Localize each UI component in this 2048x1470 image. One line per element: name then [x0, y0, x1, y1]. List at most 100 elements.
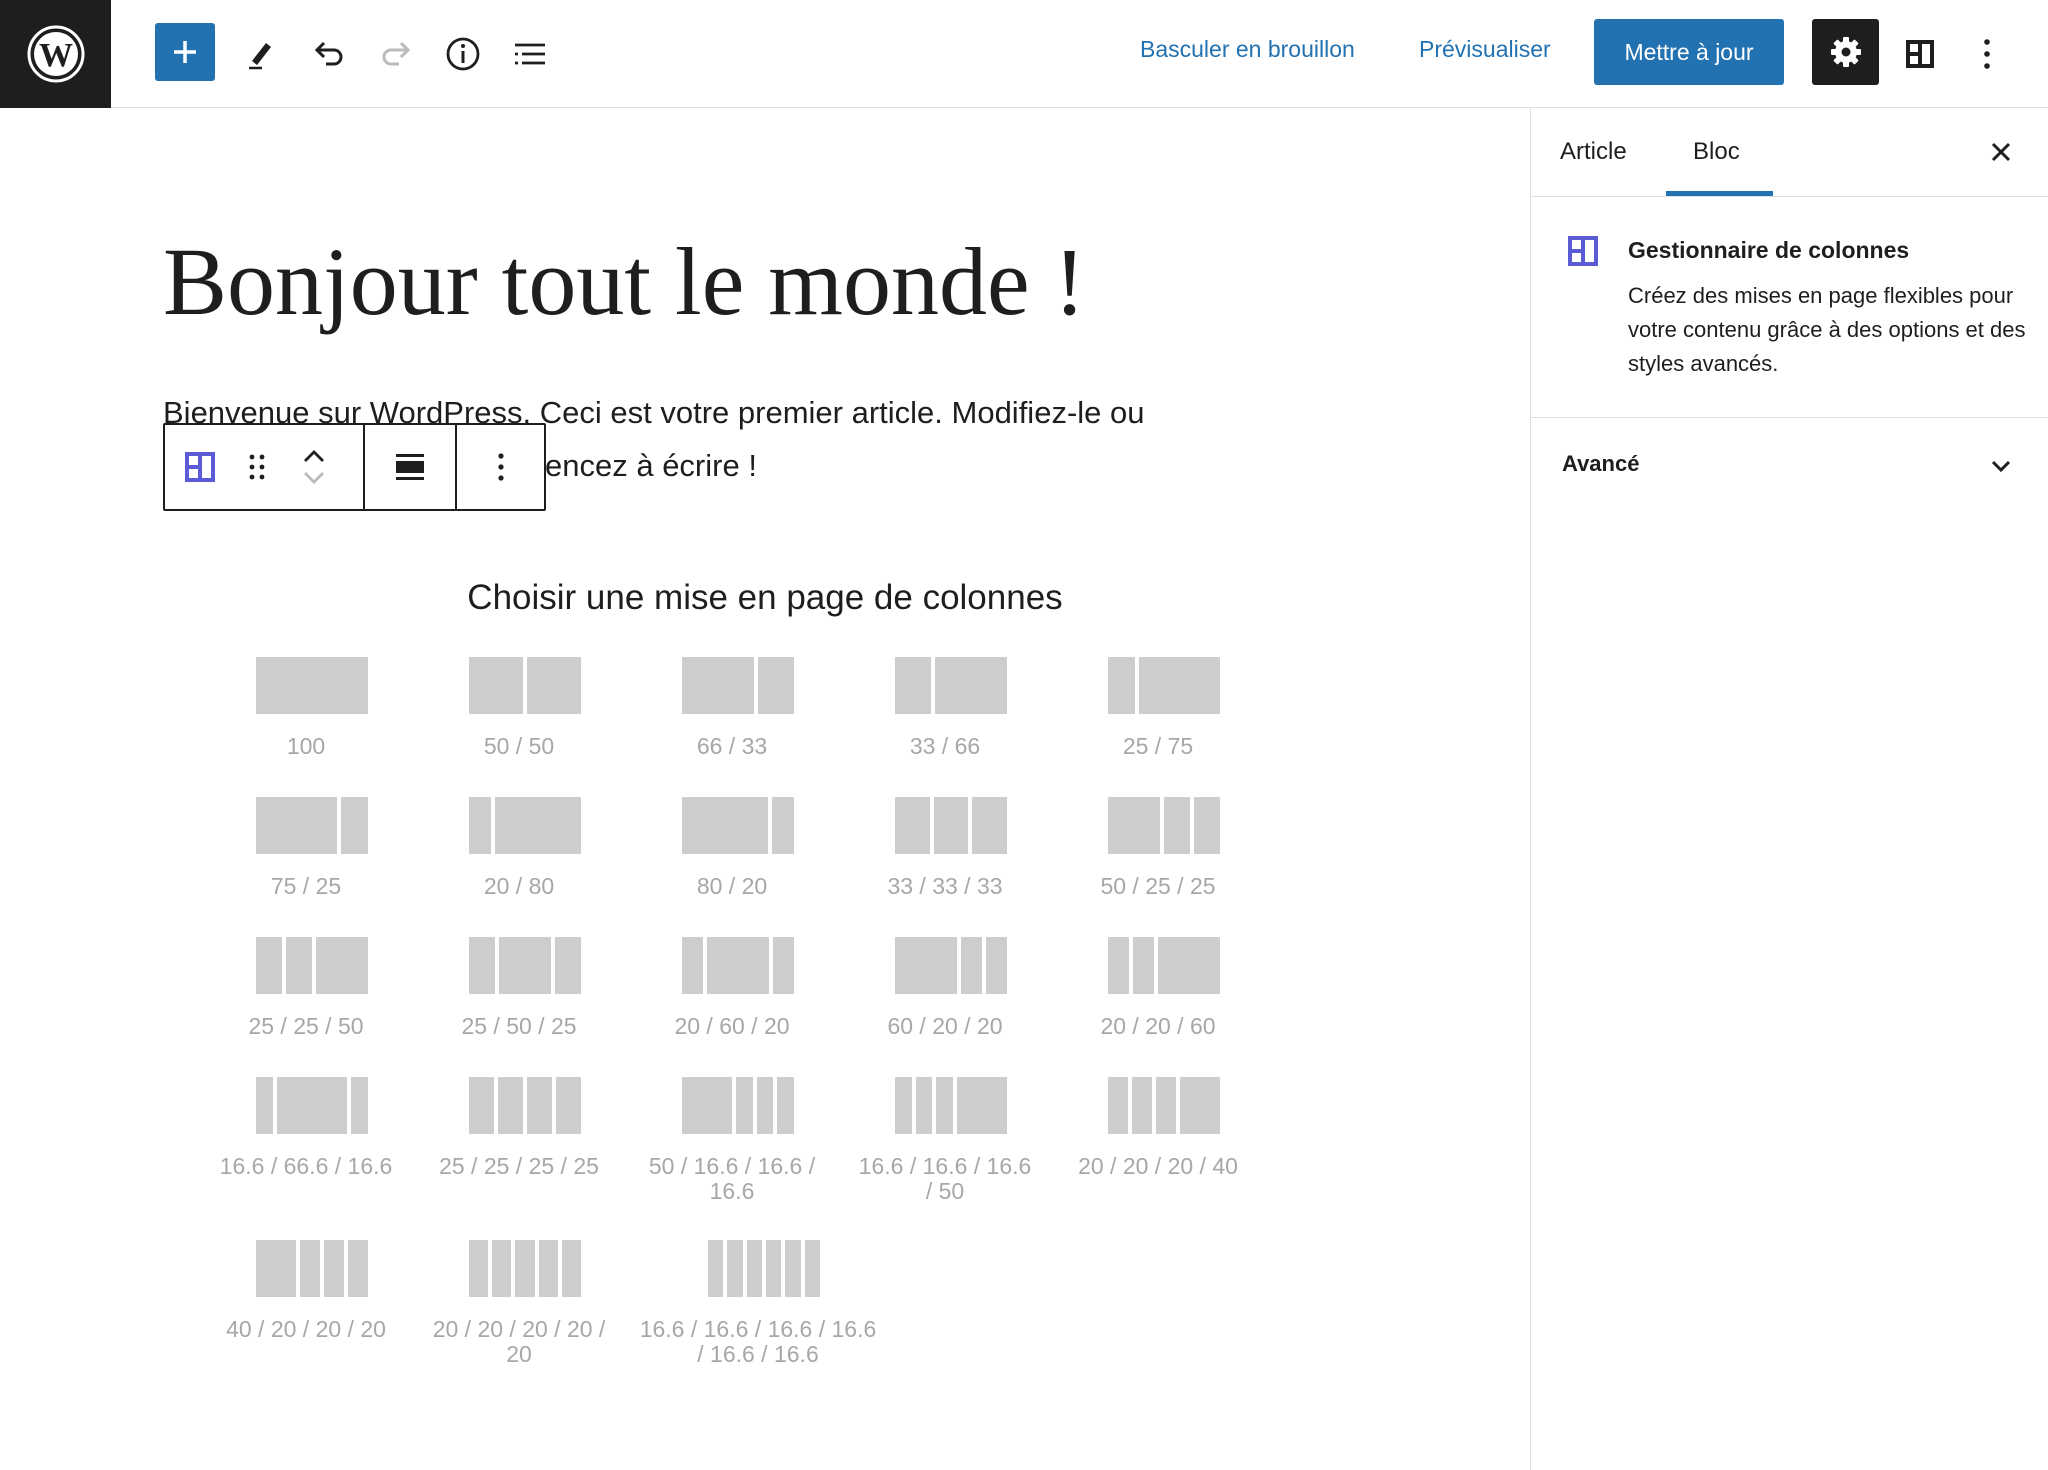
close-sidebar-button[interactable] — [1981, 132, 2021, 172]
wordpress-logo[interactable]: W — [0, 0, 111, 108]
layout-label: 33 / 33 / 33 — [887, 873, 1003, 899]
layout-column-segment — [1108, 657, 1135, 714]
layout-column-segment — [935, 657, 1007, 714]
layout-preview — [1108, 797, 1220, 854]
layout-option[interactable]: 50 / 50 — [419, 657, 619, 777]
block-card-icon — [1567, 235, 1599, 272]
layout-option[interactable]: 25 / 75 — [1058, 657, 1258, 777]
layout-column-segment — [772, 797, 794, 854]
layout-column-segment — [324, 1240, 344, 1297]
layout-preview — [256, 937, 368, 994]
layout-label: 20 / 20 / 20 / 40 — [1078, 1153, 1238, 1179]
layout-column-segment — [469, 1077, 494, 1134]
layout-preview — [682, 657, 794, 714]
close-icon — [1991, 142, 2011, 162]
layout-option[interactable]: 16.6 / 66.6 / 16.6 — [206, 1077, 406, 1197]
update-button[interactable]: Mettre à jour — [1594, 19, 1784, 85]
layout-option[interactable]: 50 / 16.6 / 16.6 / 16.6 — [632, 1077, 832, 1204]
layout-preview — [895, 797, 1008, 854]
layout-option[interactable]: 20 / 20 / 20 / 40 — [1058, 1077, 1258, 1197]
layout-option[interactable]: 60 / 20 / 20 — [845, 937, 1045, 1057]
layout-column-segment — [777, 1077, 795, 1134]
redo-button[interactable] — [369, 27, 423, 81]
more-vertical-icon — [1984, 39, 1990, 69]
layout-column-segment — [277, 1077, 347, 1134]
layout-column-segment — [773, 937, 794, 994]
layout-label: 75 / 25 — [270, 873, 342, 899]
layout-option[interactable]: 80 / 20 — [632, 797, 832, 917]
layout-option[interactable]: 33 / 66 — [845, 657, 1045, 777]
layout-column-segment — [1194, 797, 1220, 854]
layout-option[interactable]: 33 / 33 / 33 — [845, 797, 1045, 917]
edit-pencil-icon — [249, 43, 271, 70]
block-card-description: Créez des mises en page flexibles pour v… — [1628, 283, 2026, 376]
options-menu-button[interactable] — [1960, 27, 2014, 81]
advanced-chevron — [1983, 448, 2019, 484]
layout-preview — [256, 657, 368, 714]
layout-column-segment — [469, 937, 495, 994]
layout-column-segment — [469, 797, 491, 854]
layout-option[interactable]: 20 / 20 / 20 / 20 / 20 — [419, 1240, 619, 1367]
preview-link[interactable]: Prévisualiser — [1419, 36, 1551, 63]
layout-option[interactable]: 66 / 33 — [632, 657, 832, 777]
layout-preview — [1108, 937, 1220, 994]
block-type-button[interactable] — [165, 425, 235, 509]
move-up-button[interactable] — [301, 448, 327, 464]
advanced-panel-toggle[interactable]: Avancé — [1531, 418, 2048, 508]
layout-column-segment — [756, 1077, 774, 1134]
layout-label: 16.6 / 16.6 / 16.6 / 16.6 / 16.6 / 16.6 — [639, 1316, 877, 1367]
info-icon — [446, 37, 480, 71]
layout-label: 16.6 / 66.6 / 16.6 — [219, 1153, 393, 1179]
layout-option[interactable]: 75 / 25 — [206, 797, 406, 917]
edit-mode-button[interactable] — [234, 27, 288, 81]
layout-option[interactable]: 20 / 20 / 60 — [1058, 937, 1258, 1057]
post-title[interactable]: Bonjour tout le monde ! — [163, 226, 1086, 337]
layout-option[interactable]: 25 / 25 / 25 / 25 — [419, 1077, 619, 1197]
layout-option[interactable]: 100 — [206, 657, 406, 777]
layout-column-segment — [1108, 937, 1129, 994]
layout-preview — [1108, 657, 1220, 714]
tab-bloc[interactable]: Bloc — [1693, 138, 1740, 166]
layout-option[interactable]: 25 / 50 / 25 — [419, 937, 619, 1057]
layout-preview — [682, 1077, 795, 1134]
layout-label: 80 / 20 — [696, 873, 768, 899]
layout-option[interactable]: 50 / 25 / 25 — [1058, 797, 1258, 917]
layout-preview — [256, 1077, 368, 1134]
align-button[interactable] — [365, 425, 455, 509]
layout-column-segment — [1180, 1077, 1220, 1134]
plus-icon — [174, 41, 196, 63]
layout-option[interactable]: 20 / 80 — [419, 797, 619, 917]
block-card: Gestionnaire de colonnes Créez des mises… — [1531, 197, 2048, 418]
layout-column-segment — [1132, 1077, 1152, 1134]
layout-column-segment — [1108, 797, 1160, 854]
layout-column-segment — [956, 1077, 1008, 1134]
layout-option[interactable]: 25 / 25 / 50 — [206, 937, 406, 1057]
drag-handle[interactable] — [235, 425, 279, 509]
tab-article[interactable]: Article — [1560, 138, 1627, 166]
add-block-button[interactable] — [155, 23, 215, 81]
layout-column-segment — [1139, 657, 1220, 714]
layout-label: 50 / 16.6 / 16.6 / 16.6 — [648, 1153, 816, 1204]
switch-to-draft-link[interactable]: Basculer en brouillon — [1140, 36, 1355, 63]
layout-column-segment — [972, 797, 1008, 854]
layout-column-segment — [1108, 1077, 1128, 1134]
list-view-button[interactable] — [503, 27, 557, 81]
details-button[interactable] — [436, 27, 490, 81]
settings-button[interactable] — [1812, 19, 1879, 85]
layout-label: 20 / 80 — [483, 873, 555, 899]
paragraph-text-line2: encez à écrire ! — [545, 448, 757, 483]
block-options-button[interactable] — [457, 425, 544, 509]
layout-preview — [256, 797, 368, 854]
move-down-button[interactable] — [301, 470, 327, 486]
layout-column-segment — [746, 1240, 762, 1297]
layout-option[interactable]: 16.6 / 16.6 / 16.6 / 16.6 / 16.6 / 16.6 — [640, 1240, 876, 1367]
block-card-title: Gestionnaire de colonnes — [1628, 237, 1910, 263]
undo-button[interactable] — [302, 27, 356, 81]
layout-option[interactable]: 40 / 20 / 20 / 20 — [206, 1240, 406, 1360]
layout-option[interactable]: 20 / 60 / 20 — [632, 937, 832, 1057]
layout-option[interactable]: 16.6 / 16.6 / 16.6 / 50 — [845, 1077, 1045, 1204]
layout-column-segment — [682, 937, 703, 994]
columns-plugin-button[interactable] — [1893, 27, 1947, 81]
layout-column-segment — [682, 797, 769, 854]
layout-label: 40 / 20 / 20 / 20 — [226, 1316, 386, 1342]
